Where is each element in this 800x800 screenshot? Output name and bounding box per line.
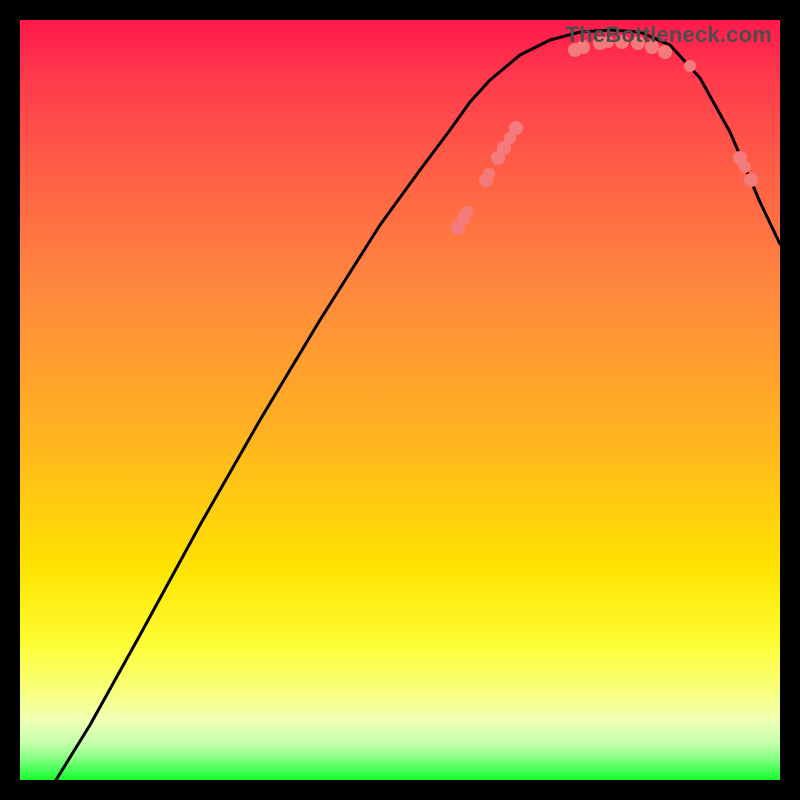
bottleneck-curve (56, 30, 780, 780)
data-point-markers (451, 35, 758, 235)
chart-frame: TheBottleneck.com (20, 20, 780, 780)
watermark-text: TheBottleneck.com (566, 22, 772, 48)
chart-svg (20, 20, 780, 780)
